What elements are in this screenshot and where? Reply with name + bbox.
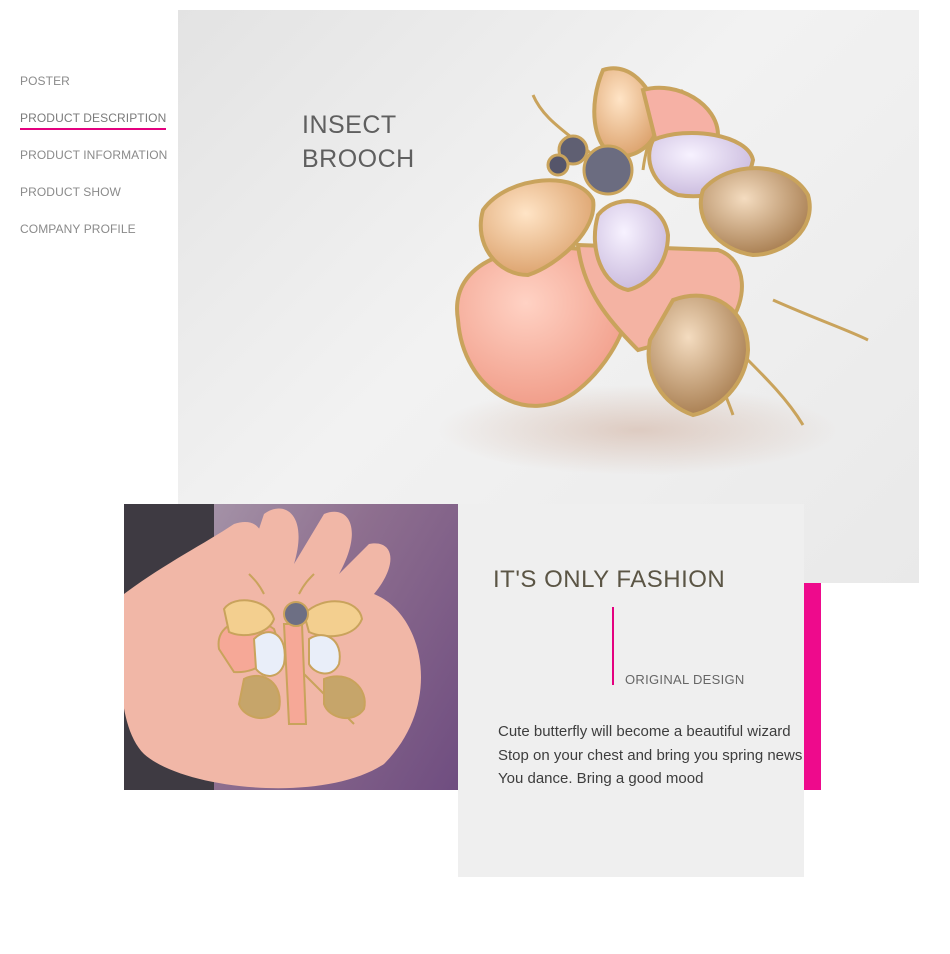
nav-item-label: PRODUCT INFORMATION <box>20 148 168 162</box>
hero-title: INSECT BROOCH <box>302 111 415 173</box>
hand-photo-illustration <box>124 504 421 790</box>
description-card <box>458 504 804 877</box>
nav-item-poster[interactable]: POSTER <box>20 72 170 109</box>
nav-item-label: POSTER <box>20 74 70 88</box>
nav-item-label: COMPANY PROFILE <box>20 222 136 236</box>
nav-item-product-information[interactable]: PRODUCT INFORMATION <box>20 146 170 183</box>
nav-item-label: PRODUCT DESCRIPTION <box>20 109 167 130</box>
nav-item-label: PRODUCT SHOW <box>20 185 121 199</box>
nav-item-company-profile[interactable]: COMPANY PROFILE <box>20 220 170 257</box>
nav-item-product-show[interactable]: PRODUCT SHOW <box>20 183 170 220</box>
side-nav: POSTER PRODUCT DESCRIPTION PRODUCT INFOR… <box>20 72 170 257</box>
product-description-text: Cute butterfly will become a beautiful w… <box>498 723 803 787</box>
heading-divider <box>612 607 614 685</box>
nav-item-product-description[interactable]: PRODUCT DESCRIPTION <box>20 109 170 146</box>
hand-holding-brooch-photo <box>124 504 459 790</box>
section-heading: IT'S ONLY FASHION <box>493 566 726 593</box>
hero-banner: INSECT BROOCH <box>178 10 919 583</box>
section-subheading: ORIGINAL DESIGN <box>625 672 745 687</box>
brooch-product-image <box>438 66 869 475</box>
